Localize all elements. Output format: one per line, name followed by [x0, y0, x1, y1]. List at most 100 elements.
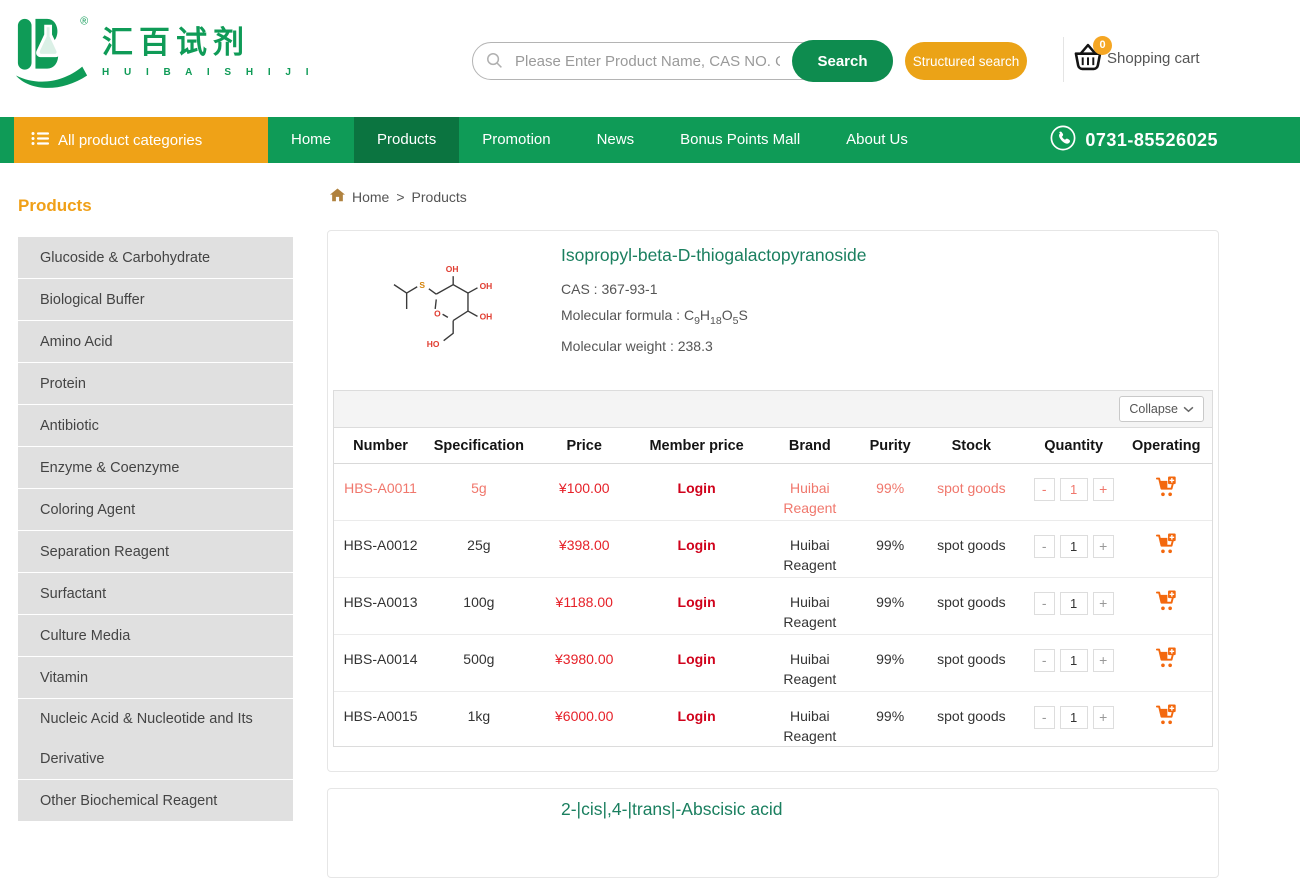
site-logo[interactable]: ® 汇百试剂 H U I B A I S H I J I: [14, 12, 315, 101]
table-row: HBS-A00151kg¥6000.00LoginHuibai Reagent9…: [334, 692, 1212, 749]
purity: 99%: [876, 651, 904, 667]
column-header-brand: Brand: [755, 438, 864, 454]
registered-mark: ®: [80, 16, 88, 28]
atom-ho: HO: [427, 339, 440, 349]
quantity-decrease-button[interactable]: -: [1034, 478, 1055, 501]
quantity-input[interactable]: [1060, 706, 1088, 729]
quantity-increase-button[interactable]: +: [1093, 592, 1114, 615]
product-title[interactable]: Isopropyl-beta-D-thiogalactopyranoside: [561, 245, 866, 266]
molecule-structure-image: S O OH OH OH HO: [376, 251, 524, 374]
basket-icon: [1072, 61, 1104, 78]
sidebar-item-other-biochemical-reagent[interactable]: Other Biochemical Reagent: [18, 780, 293, 821]
nav-item-products[interactable]: Products: [354, 117, 459, 163]
add-to-cart-icon[interactable]: [1155, 590, 1178, 616]
nav-item-home[interactable]: Home: [268, 117, 354, 163]
quantity-increase-button[interactable]: +: [1093, 649, 1114, 672]
collapse-button[interactable]: Collapse: [1119, 396, 1204, 422]
list-menu-icon: [31, 131, 49, 150]
brand: Huibai Reagent: [778, 478, 842, 518]
table-row: HBS-A001225g¥398.00LoginHuibai Reagent99…: [334, 521, 1212, 578]
brand: Huibai Reagent: [778, 535, 842, 575]
product-info: CAS : 367-93-1 Molecular formula : C9H18…: [561, 277, 748, 359]
quantity-increase-button[interactable]: +: [1093, 706, 1114, 729]
price-table: Collapse NumberSpecificationPriceMember …: [333, 390, 1213, 747]
product-card: S O OH OH OH HO Isopropyl-beta-D-thiogal…: [327, 230, 1219, 772]
login-link[interactable]: Login: [678, 708, 716, 724]
product-title-2[interactable]: 2-|cis|,4-|trans|-Abscisic acid: [561, 799, 782, 820]
nav-items: HomeProductsPromotionNewsBonus Points Ma…: [268, 117, 931, 163]
sidebar-item-enzyme-coenzyme[interactable]: Enzyme & Coenzyme: [18, 447, 293, 488]
shopping-cart-link[interactable]: 0 Shopping cart: [1072, 42, 1200, 74]
breadcrumb-home[interactable]: Home: [352, 189, 389, 205]
price: ¥3980.00: [555, 651, 613, 667]
nav-item-promotion[interactable]: Promotion: [459, 117, 573, 163]
quantity-input[interactable]: [1060, 535, 1088, 558]
sidebar-item-separation-reagent[interactable]: Separation Reagent: [18, 531, 293, 572]
nav-item-news[interactable]: News: [574, 117, 658, 163]
login-link[interactable]: Login: [678, 651, 716, 667]
sidebar-item-vitamin[interactable]: Vitamin: [18, 657, 293, 698]
add-to-cart-icon[interactable]: [1155, 476, 1178, 502]
quantity-decrease-button[interactable]: -: [1034, 535, 1055, 558]
formula-value: C9H18O5S: [684, 307, 748, 323]
sidebar-item-glucoside-carbohydrate[interactable]: Glucoside & Carbohydrate: [18, 237, 293, 278]
structured-search-button[interactable]: Structured search: [905, 42, 1027, 80]
brand: Huibai Reagent: [778, 649, 842, 689]
quantity-stepper: -+: [1034, 535, 1114, 558]
quantity-input[interactable]: [1060, 478, 1088, 501]
home-icon: [330, 188, 345, 205]
quantity-increase-button[interactable]: +: [1093, 478, 1114, 501]
sidebar-item-culture-media[interactable]: Culture Media: [18, 615, 293, 656]
sidebar-title: Products: [18, 196, 293, 216]
column-header-number: Number: [334, 438, 427, 454]
quantity-input[interactable]: [1060, 592, 1088, 615]
sidebar-item-coloring-agent[interactable]: Coloring Agent: [18, 489, 293, 530]
specification: 100g: [463, 594, 494, 610]
stock-status: spot goods: [937, 594, 1006, 610]
add-to-cart-icon[interactable]: [1155, 647, 1178, 673]
column-header-specification: Specification: [427, 438, 531, 454]
sidebar-item-protein[interactable]: Protein: [18, 363, 293, 404]
specification: 500g: [463, 651, 494, 667]
weight-label: Molecular weight :: [561, 338, 678, 354]
chevron-down-icon: [1183, 402, 1194, 416]
nav-item-bonus-points-mall[interactable]: Bonus Points Mall: [657, 117, 823, 163]
sidebar-item-biological-buffer[interactable]: Biological Buffer: [18, 279, 293, 320]
add-to-cart-icon[interactable]: [1155, 533, 1178, 559]
nav-item-about-us[interactable]: About Us: [823, 117, 931, 163]
stock-status: spot goods: [937, 480, 1006, 496]
phone-icon: [1050, 125, 1076, 156]
purity: 99%: [876, 594, 904, 610]
cas-label: CAS :: [561, 281, 601, 297]
quantity-decrease-button[interactable]: -: [1034, 706, 1055, 729]
sidebar-item-surfactant[interactable]: Surfactant: [18, 573, 293, 614]
quantity-stepper: -+: [1034, 478, 1114, 501]
breadcrumb-current[interactable]: Products: [412, 189, 467, 205]
sidebar-category-list: Glucoside & CarbohydrateBiological Buffe…: [18, 237, 293, 821]
quantity-increase-button[interactable]: +: [1093, 535, 1114, 558]
brand: Huibai Reagent: [778, 592, 842, 632]
nav-phone: 0731-85526025: [1050, 117, 1218, 163]
phone-number: 0731-85526025: [1085, 130, 1218, 151]
all-categories-button[interactable]: All product categories: [14, 117, 268, 163]
weight-value: 238.3: [678, 338, 713, 354]
atom-oh-top: OH: [446, 264, 459, 274]
search-button[interactable]: Search: [792, 40, 893, 82]
login-link[interactable]: Login: [678, 594, 716, 610]
sidebar-item-antibiotic[interactable]: Antibiotic: [18, 405, 293, 446]
add-to-cart-icon[interactable]: [1155, 704, 1178, 730]
specification: 5g: [471, 480, 487, 496]
column-header-stock: Stock: [916, 438, 1027, 454]
column-header-member-price: Member price: [638, 438, 756, 454]
sidebar-item-amino-acid[interactable]: Amino Acid: [18, 321, 293, 362]
collapse-label: Collapse: [1129, 402, 1178, 416]
sidebar-item-nucleic-acid-nucleotide-and-its-derivative[interactable]: Nucleic Acid & Nucleotide and Its Deriva…: [18, 699, 293, 779]
quantity-decrease-button[interactable]: -: [1034, 649, 1055, 672]
quantity-decrease-button[interactable]: -: [1034, 592, 1055, 615]
price: ¥398.00: [559, 537, 610, 553]
login-link[interactable]: Login: [678, 480, 716, 496]
quantity-stepper: -+: [1034, 706, 1114, 729]
login-link[interactable]: Login: [678, 537, 716, 553]
quantity-input[interactable]: [1060, 649, 1088, 672]
cas-line: CAS : 367-93-1: [561, 277, 748, 303]
